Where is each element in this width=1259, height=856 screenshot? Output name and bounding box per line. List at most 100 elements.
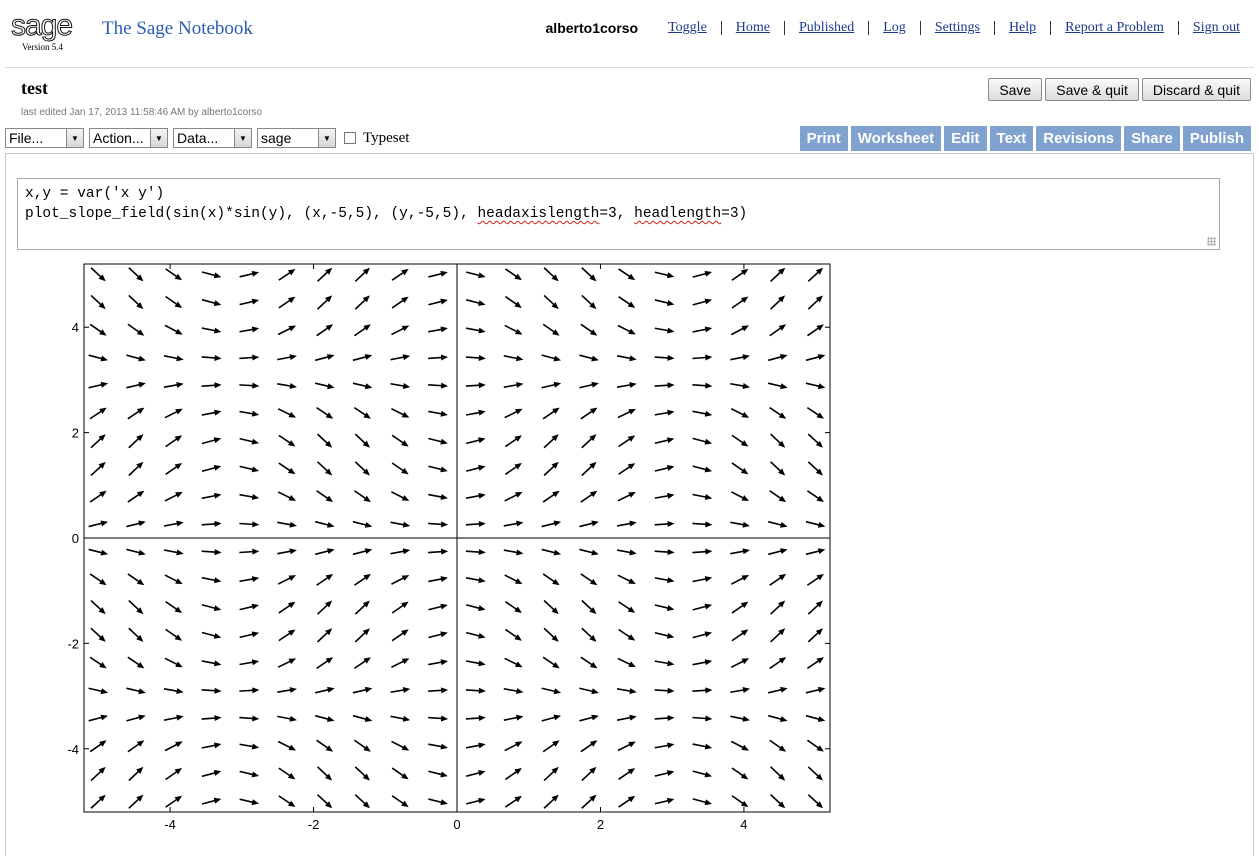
slope-arrow	[654, 631, 675, 639]
slope-arrow	[201, 492, 222, 500]
slope-arrow	[730, 687, 750, 694]
slope-arrow	[543, 267, 559, 282]
slope-arrow	[503, 549, 524, 556]
slope-arrow	[128, 461, 144, 477]
slope-arrow	[89, 407, 107, 420]
slope-arrow	[692, 382, 713, 389]
slope-arrow	[807, 433, 823, 448]
slope-arrow	[465, 354, 486, 361]
slope-arrow	[165, 767, 183, 781]
slope-arrow	[239, 354, 260, 361]
slope-arrow	[317, 766, 333, 781]
slope-arrow	[201, 687, 222, 694]
slope-arrow	[807, 295, 823, 310]
slope-arrow	[618, 295, 636, 308]
slope-arrow	[316, 628, 333, 643]
slope-arrow	[354, 600, 370, 615]
slope-arrow	[805, 354, 826, 362]
slope-arrow	[353, 657, 371, 670]
slope-arrow	[542, 407, 560, 420]
slope-arrow	[617, 408, 636, 419]
slope-arrow	[278, 767, 296, 780]
slope-arrow	[465, 660, 486, 667]
slope-arrow	[352, 548, 373, 556]
slope-arrow	[579, 714, 599, 722]
slope-arrow	[201, 603, 222, 612]
slope-arrow	[581, 627, 597, 642]
slope-arrow	[278, 629, 296, 642]
slope-arrow	[618, 601, 636, 613]
slope-arrow	[239, 770, 260, 778]
slope-arrow	[239, 465, 260, 473]
slope-arrow	[579, 381, 599, 389]
slope-arrow	[806, 324, 824, 337]
slope-arrow	[89, 573, 107, 586]
slope-arrow	[692, 326, 713, 333]
slope-arrow	[316, 794, 333, 809]
slope-arrow	[654, 354, 675, 361]
slope-arrow	[428, 770, 448, 778]
slope-arrow	[465, 271, 486, 279]
slope-arrow	[541, 687, 562, 695]
slope-arrow	[807, 461, 823, 476]
slope-arrow	[317, 295, 333, 310]
slope-arrow	[769, 739, 787, 752]
slope-arrow	[465, 327, 486, 334]
slope-arrow	[504, 324, 523, 335]
slope-arrow	[239, 298, 260, 306]
slope-arrow	[543, 627, 559, 642]
slope-arrow	[768, 714, 788, 722]
slope-arrow	[465, 604, 486, 611]
slope-arrow	[354, 794, 370, 809]
slope-arrow	[390, 382, 411, 389]
slope-arrow	[692, 798, 713, 806]
slope-arrow	[428, 493, 448, 500]
slope-arrow	[769, 490, 787, 503]
slope-arrow	[201, 520, 222, 527]
slope-arrow	[731, 296, 749, 309]
slope-arrow	[692, 548, 713, 555]
slope-arrow	[504, 491, 523, 502]
slope-arrow	[428, 743, 448, 750]
slope-arrow	[88, 520, 109, 528]
x-tick-label: -4	[164, 817, 176, 832]
slope-arrow	[541, 548, 562, 556]
slope-arrow	[277, 575, 297, 585]
slope-arrow	[201, 576, 222, 584]
slope-arrow	[769, 324, 787, 337]
slope-arrow	[504, 741, 523, 752]
slope-arrow	[769, 406, 787, 419]
slope-arrow	[89, 323, 107, 336]
slope-arrow	[581, 461, 597, 477]
slope-arrow	[316, 433, 333, 448]
slope-arrow	[201, 298, 222, 306]
slope-arrow	[692, 743, 713, 750]
slope-arrow	[428, 270, 448, 278]
slope-arrow	[504, 628, 522, 641]
slope-arrow	[768, 354, 788, 362]
slope-arrow	[428, 798, 448, 806]
slope-arrow	[126, 548, 146, 556]
slope-arrow	[314, 520, 335, 528]
slope-arrow	[654, 382, 675, 389]
slope-arrow	[654, 327, 675, 334]
slope-arrow	[730, 548, 750, 555]
slope-arrow	[579, 548, 599, 556]
slope-arrow	[163, 381, 184, 388]
slope-arrow	[317, 600, 333, 615]
slope-arrow	[770, 461, 786, 476]
slope-arrow	[730, 521, 750, 528]
slope-arrow	[654, 465, 675, 472]
slope-arrow	[164, 741, 183, 752]
slope-arrow	[618, 768, 636, 781]
slope-arrow	[353, 573, 371, 586]
slope-arrow	[163, 355, 184, 362]
slope-arrow	[806, 739, 824, 752]
slope-arrow	[239, 659, 260, 666]
slope-arrow	[654, 660, 675, 667]
slope-arrow	[278, 462, 296, 475]
slope-arrow	[278, 795, 296, 808]
slope-arrow	[354, 461, 370, 476]
slope-arrow	[504, 268, 522, 281]
slope-arrow	[731, 434, 749, 447]
